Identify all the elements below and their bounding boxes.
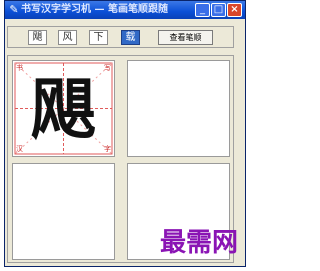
char-button-3[interactable]: 下: [89, 30, 108, 45]
minimize-button[interactable]: _: [195, 3, 210, 17]
app-icon: ✎: [9, 3, 19, 16]
char-button-1[interactable]: 飓: [28, 30, 47, 45]
view-stroke-order-button[interactable]: 查看笔顺: [158, 30, 213, 45]
practice-character: 飓: [30, 70, 97, 148]
practice-panel-main[interactable]: 书 写 汉 字 飓: [12, 60, 115, 157]
maximize-button[interactable]: □: [211, 3, 226, 17]
watermark-text: 最需网: [160, 228, 239, 258]
title-bar[interactable]: ✎ 书写汉字学习机 — 笔画笔顺跟随 _ □ ×: [5, 1, 245, 19]
char-button-4[interactable]: 载: [121, 30, 140, 45]
window-title: 书写汉字学习机 — 笔画笔顺跟随: [21, 4, 168, 15]
practice-panel-3[interactable]: [12, 163, 115, 260]
practice-panel-2[interactable]: [127, 60, 230, 157]
char-button-2[interactable]: 风: [58, 30, 77, 45]
close-button[interactable]: ×: [227, 3, 242, 17]
